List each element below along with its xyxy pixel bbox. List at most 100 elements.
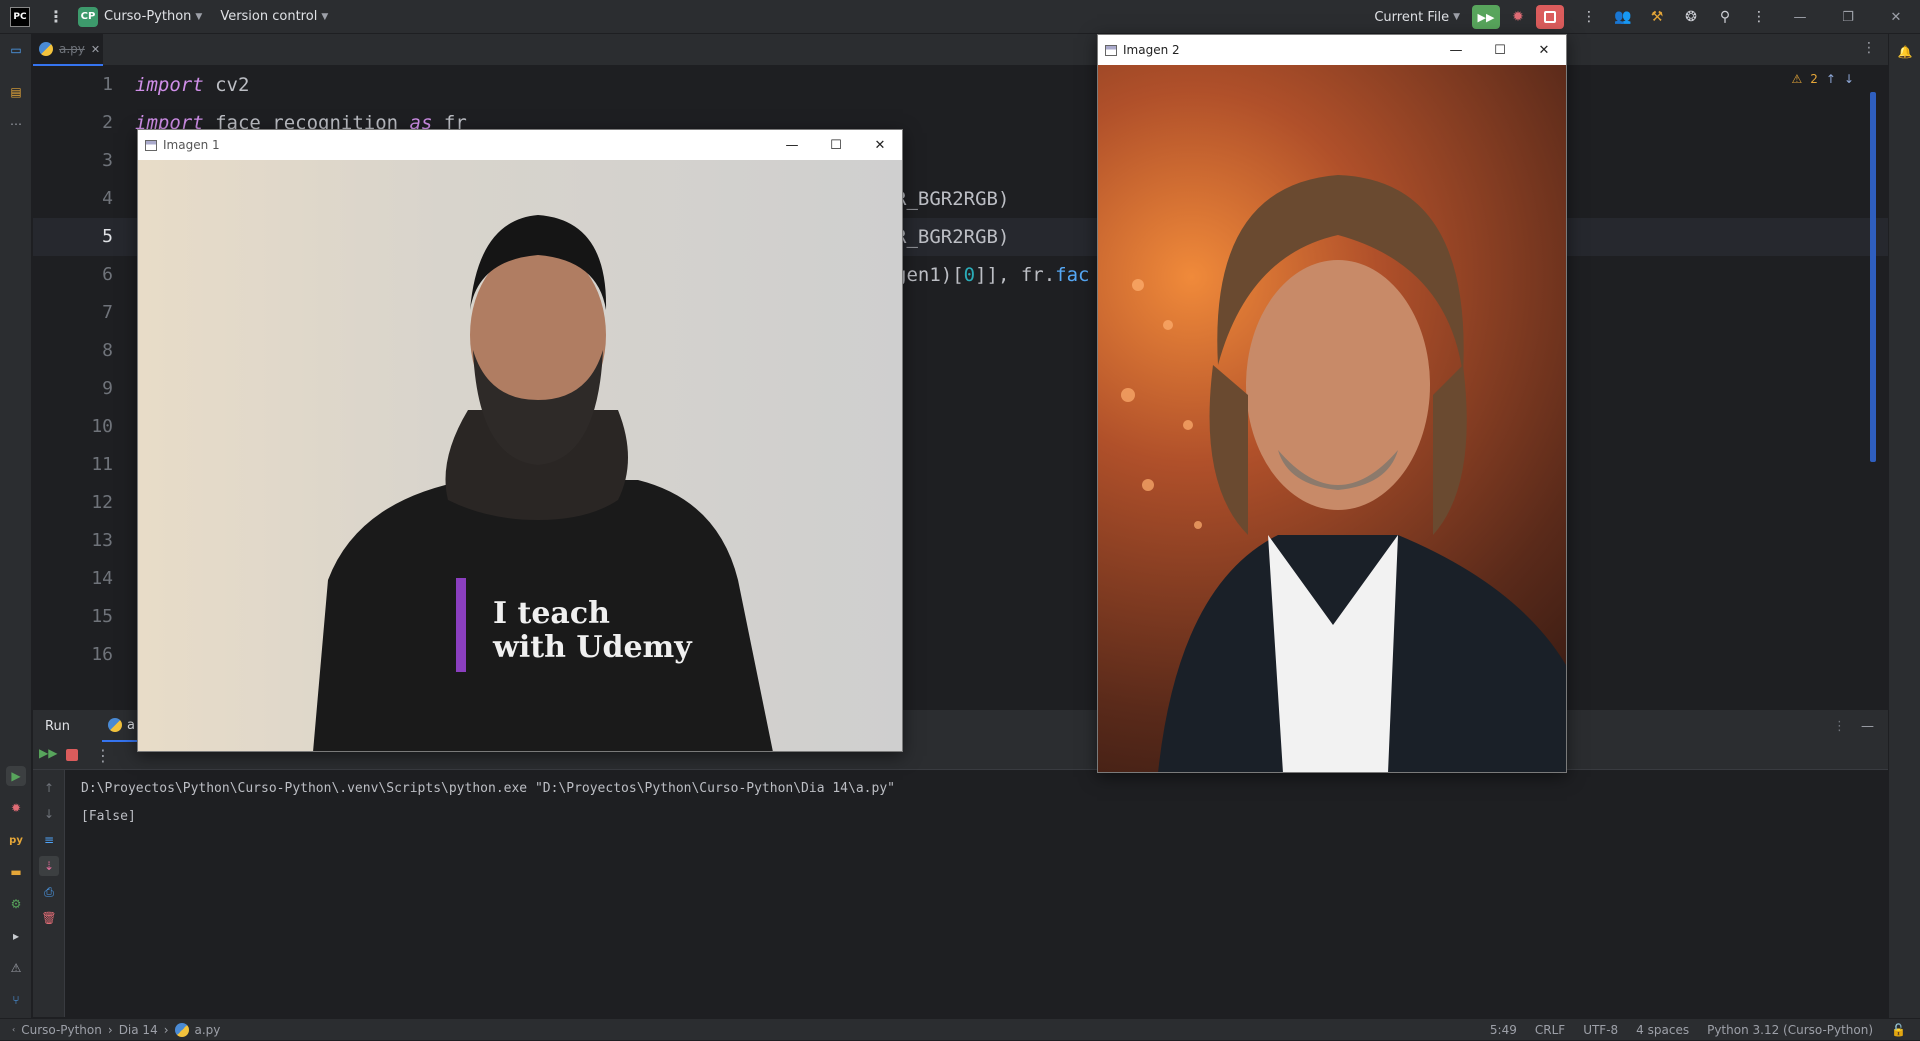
- tab-label: a.py: [59, 42, 85, 56]
- clear-console-icon[interactable]: 🗑: [39, 908, 59, 928]
- interpreter-selector[interactable]: Python 3.12 (Curso-Python): [1707, 1023, 1873, 1037]
- panel-options-icon[interactable]: ⋮: [1833, 719, 1846, 734]
- tab-a-py[interactable]: a.py ✕: [33, 34, 103, 66]
- left-tool-strip: ▭ ▤ ⋯ ▶ ✹ py ▬ ⚙ ▸ ⚠ ⑂: [0, 34, 32, 1018]
- line-number: 3: [102, 150, 113, 171]
- run-tool-icon[interactable]: ▶: [6, 766, 26, 786]
- file-encoding[interactable]: UTF-8: [1583, 1023, 1618, 1037]
- services-icon[interactable]: ⚙: [6, 894, 26, 914]
- line-number: 15: [91, 606, 113, 627]
- tshirt-text-2: with Udemy: [492, 630, 693, 665]
- editor-tab-bar: a.py ✕ ⋮: [33, 34, 1888, 66]
- scroll-down-icon[interactable]: ↓: [39, 804, 59, 824]
- maximize-icon[interactable]: ☐: [1478, 35, 1522, 65]
- lock-icon[interactable]: 🔓: [1891, 1023, 1906, 1037]
- chevron-down-icon[interactable]: ▼: [1453, 12, 1460, 22]
- rerun-button[interactable]: ▶▶: [1472, 5, 1500, 29]
- version-control-menu[interactable]: Version control: [220, 9, 317, 24]
- window-app-icon: [1105, 44, 1117, 56]
- chevron-down-icon[interactable]: ▼: [321, 12, 328, 22]
- hide-panel-icon[interactable]: —: [1861, 719, 1874, 734]
- stop-icon: [1544, 11, 1556, 23]
- restore-icon[interactable]: ❐: [1824, 0, 1872, 34]
- ai-assistant-icon[interactable]: ❂: [1674, 0, 1708, 34]
- scroll-to-end-icon[interactable]: ⇣: [39, 856, 59, 876]
- caret-position[interactable]: 5:49: [1490, 1023, 1517, 1037]
- run-config-selector[interactable]: Current File: [1374, 10, 1449, 25]
- line-gutter: 1 2 3 4 5 6 7 8 9 10 11 12 13 14 15 16: [33, 66, 113, 688]
- minimize-icon[interactable]: —: [1776, 0, 1824, 34]
- debug-icon[interactable]: ✹: [1506, 5, 1530, 29]
- more-tools-icon[interactable]: ⋯: [6, 114, 26, 134]
- prev-issue-icon[interactable]: ↑: [1826, 72, 1836, 86]
- line-number: 7: [102, 302, 113, 323]
- terminal-icon[interactable]: ▸: [6, 926, 26, 946]
- close-icon[interactable]: ✕: [858, 130, 902, 160]
- run-panel-title[interactable]: Run: [45, 719, 70, 734]
- image-window-1[interactable]: Imagen 1 — ☐ ✕ I teach with Udemy: [137, 129, 903, 752]
- project-selector[interactable]: Curso-Python: [104, 9, 191, 24]
- python-file-icon: [174, 1022, 189, 1037]
- editor-scrollbar[interactable]: [1870, 92, 1876, 462]
- run-more-icon[interactable]: ⋮: [95, 746, 111, 765]
- code-line-5-visible: R_BGR2RGB): [895, 226, 1010, 248]
- code-with-me-icon[interactable]: 👥: [1606, 0, 1640, 34]
- window-titlebar[interactable]: Imagen 1 — ☐ ✕: [138, 130, 902, 160]
- line-number: 2: [102, 112, 113, 133]
- rerun-icon[interactable]: ▶▶: [39, 746, 57, 760]
- next-issue-icon[interactable]: ↓: [1844, 72, 1854, 86]
- pycharm-logo[interactable]: PC: [10, 6, 30, 27]
- line-number: 13: [91, 530, 113, 551]
- breadcrumb: ‹ Curso-Python › Dia 14 › a.py: [12, 1022, 221, 1037]
- breadcrumb-project[interactable]: Curso-Python: [21, 1023, 102, 1037]
- tab-options-icon[interactable]: ⋮: [1862, 40, 1876, 56]
- line-number: 8: [102, 340, 113, 361]
- close-icon[interactable]: ✕: [1522, 35, 1566, 65]
- project-badge[interactable]: CP: [78, 6, 98, 27]
- stop-run-icon[interactable]: [66, 749, 78, 761]
- settings-menu-icon[interactable]: ⋮: [1742, 0, 1776, 34]
- minimize-icon[interactable]: —: [770, 130, 814, 160]
- debug-tool-icon[interactable]: ✹: [6, 798, 26, 818]
- scroll-up-icon[interactable]: ↑: [39, 778, 59, 798]
- indent-setting[interactable]: 4 spaces: [1636, 1023, 1689, 1037]
- portrait-illustration: I teach with Udemy: [313, 215, 773, 751]
- breadcrumb-file[interactable]: a.py: [195, 1023, 221, 1037]
- run-console[interactable]: ↑ ↓ ≡ ⇣ ⎙ 🗑 D:\Proyectos\Python\Curso-Py…: [33, 770, 1888, 1017]
- chevron-left-icon: ‹: [12, 1025, 16, 1034]
- window-title: Imagen 1: [163, 138, 220, 152]
- search-icon[interactable]: ⚲: [1708, 0, 1742, 34]
- line-number: 16: [91, 644, 113, 665]
- portrait-illustration: [1121, 175, 1566, 772]
- packages-icon[interactable]: ▬: [6, 862, 26, 882]
- inspection-widget[interactable]: ⚠ 2 ↑ ↓: [1791, 72, 1854, 86]
- window-app-icon: [145, 139, 157, 151]
- main-menu-icon[interactable]: ⋮: [48, 7, 64, 26]
- git-icon[interactable]: ⑂: [6, 990, 26, 1010]
- window-titlebar[interactable]: Imagen 2 — ☐ ✕: [1098, 35, 1566, 65]
- console-output-line: [False]: [81, 809, 136, 824]
- chevron-down-icon[interactable]: ▼: [195, 12, 202, 22]
- more-actions-icon[interactable]: ⋮: [1572, 0, 1606, 34]
- minimize-icon[interactable]: —: [1434, 35, 1478, 65]
- image-window-2[interactable]: Imagen 2 — ☐ ✕: [1097, 34, 1567, 773]
- maximize-icon[interactable]: ☐: [814, 130, 858, 160]
- print-icon[interactable]: ⎙: [39, 882, 59, 902]
- project-view-icon[interactable]: ▭: [6, 40, 26, 60]
- line-number: 4: [102, 188, 113, 209]
- python-console-icon[interactable]: py: [6, 830, 26, 850]
- notifications-icon[interactable]: 🔔: [1895, 42, 1915, 62]
- run-config-tab[interactable]: a: [101, 710, 141, 742]
- build-tools-icon[interactable]: ⚒: [1640, 0, 1674, 34]
- warning-icon: ⚠: [1791, 72, 1803, 86]
- soft-wrap-icon[interactable]: ≡: [39, 830, 59, 850]
- problems-icon[interactable]: ⚠: [6, 958, 26, 978]
- close-tab-icon[interactable]: ✕: [91, 43, 100, 56]
- chevron-right-icon: ›: [107, 1022, 113, 1037]
- structure-icon[interactable]: ▤: [6, 82, 26, 102]
- close-icon[interactable]: ✕: [1872, 0, 1920, 34]
- tshirt-text-1: I teach: [493, 596, 610, 631]
- stop-button[interactable]: [1536, 5, 1564, 29]
- line-separator[interactable]: CRLF: [1535, 1023, 1565, 1037]
- breadcrumb-folder[interactable]: Dia 14: [119, 1023, 158, 1037]
